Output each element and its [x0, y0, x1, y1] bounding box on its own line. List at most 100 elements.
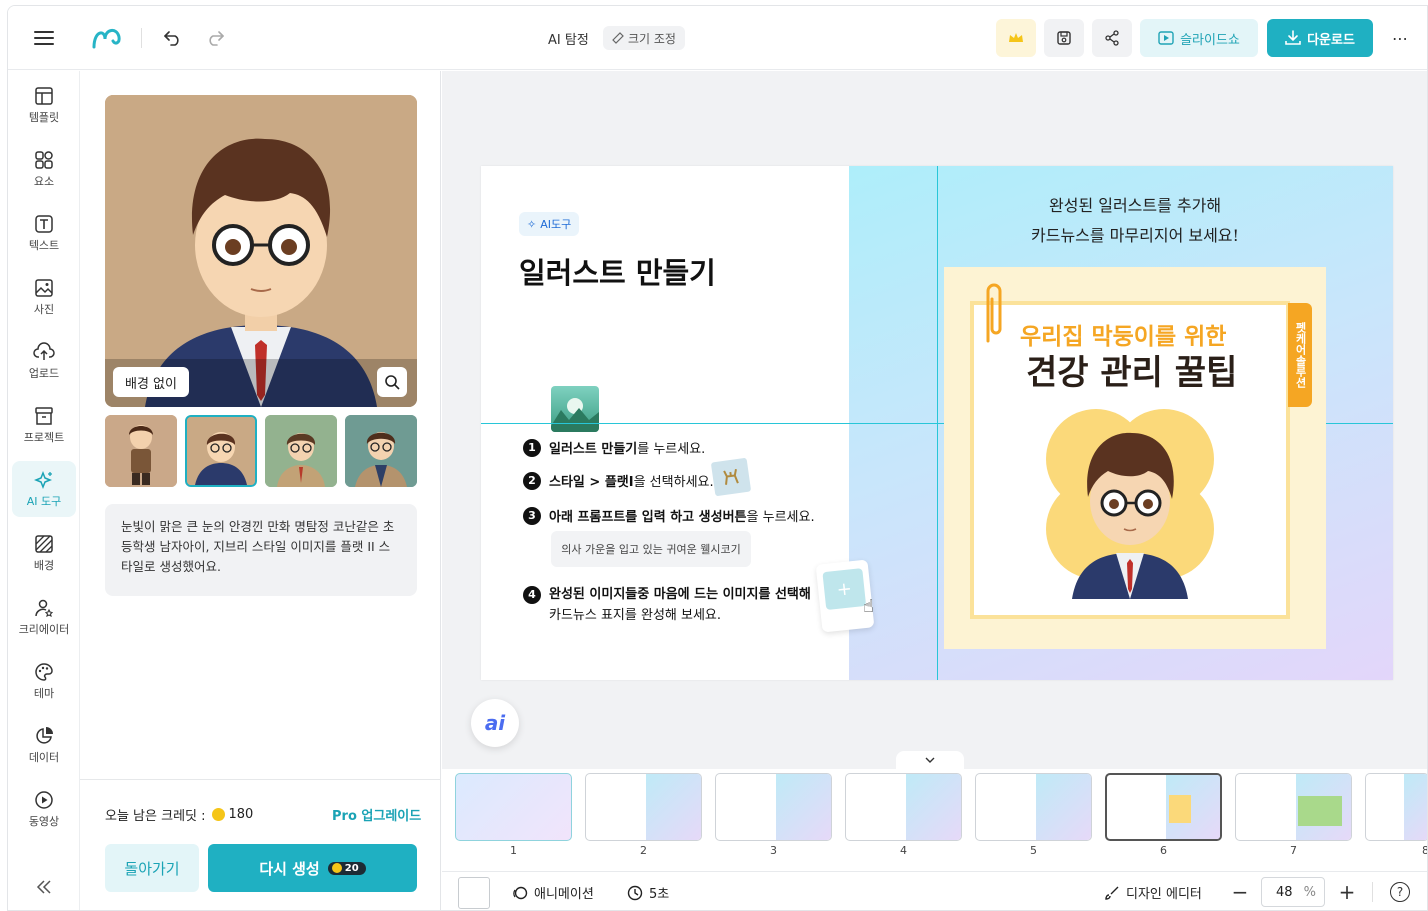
help-icon[interactable]: ? — [1390, 882, 1410, 902]
ai-tool-tag: ✧ AI도구 — [519, 212, 580, 236]
animation-button[interactable]: 애니메이션 — [512, 883, 594, 902]
crown-icon — [1009, 33, 1023, 42]
search-icon — [385, 375, 400, 390]
no-background-button[interactable]: 배경 없이 — [113, 367, 189, 397]
page-number: 4 — [900, 844, 907, 857]
sidebar-item-background[interactable]: 배경 — [12, 525, 76, 581]
paperclip-icon — [980, 281, 1006, 347]
sidebar-item-video[interactable]: 동영상 — [12, 781, 76, 837]
slide-title[interactable]: 일러스트 만들기 — [519, 250, 716, 292]
premium-crown-button[interactable] — [996, 19, 1036, 57]
template-icon — [35, 86, 53, 105]
sidebar-item-elements[interactable]: 요소 — [12, 141, 76, 197]
save-button[interactable] — [1044, 19, 1084, 57]
generated-preview-image[interactable]: 배경 없이 — [105, 95, 417, 407]
zoom-preview-button[interactable] — [377, 367, 407, 397]
page-thumbnail-6[interactable] — [1105, 773, 1222, 841]
collapse-pages-tab[interactable] — [896, 751, 964, 769]
page-thumbnail-5[interactable] — [975, 773, 1092, 841]
slide-canvas[interactable]: ✧ AI도구 일러스트 만들기 1 일러스트 만들기 를 누르세요. 2 스타일 … — [481, 166, 1393, 680]
sidebar: 템플릿 요소 텍스트 사진 업로드 프로젝트 AI 도구 배경 크리에이터 테마… — [8, 71, 80, 910]
sidebar-item-label: 테마 — [33, 686, 55, 700]
zoom-unit: % — [1303, 884, 1316, 900]
sidebar-item-label: 프로젝트 — [23, 430, 65, 444]
sidebar-item-label: 크리에이터 — [18, 622, 70, 636]
sidebar-item-photos[interactable]: 사진 — [12, 269, 76, 325]
sidebar-item-projects[interactable]: 프로젝트 — [12, 397, 76, 453]
document-title[interactable]: AI 탐정 — [548, 29, 589, 48]
sidebar-item-data[interactable]: 데이터 — [12, 717, 76, 773]
back-button[interactable]: 돌아가기 — [105, 844, 199, 892]
sidebar-item-label: 데이터 — [28, 750, 60, 764]
ruler-icon — [612, 32, 624, 44]
pro-upgrade-link[interactable]: Pro 업그레이드 — [332, 805, 421, 824]
zoom-in-icon[interactable]: + — [1336, 880, 1358, 904]
more-options-icon[interactable]: ⋯ — [1388, 26, 1412, 50]
redo-icon[interactable] — [203, 26, 227, 50]
prompt-example-box: 의사 가운을 입고 있는 귀여운 웰시코기 — [551, 531, 751, 567]
credits-label-text: 오늘 남은 크레딧 : — [105, 809, 206, 824]
page-thumbnail-7[interactable] — [1235, 773, 1352, 841]
step-3: 3 아래 프롬프트를 입력 하고 생성버튼 을 누르세요. — [523, 506, 815, 525]
cost-value: 20 — [344, 862, 359, 874]
sidebar-item-upload[interactable]: 업로드 — [12, 333, 76, 389]
slideshow-button[interactable]: 슬라이드쇼 — [1140, 19, 1258, 57]
resize-button[interactable]: 크기 조정 — [603, 26, 685, 50]
sidebar-item-templates[interactable]: 템플릿 — [12, 77, 76, 133]
share-button[interactable] — [1092, 19, 1132, 57]
top-bar: AI 탐정 크기 조정 슬라이드쇼 다운로드 ⋯ — [8, 6, 1427, 70]
design-editor-button[interactable]: 디자인 에디터 — [1104, 883, 1202, 902]
regenerate-button[interactable]: 다시 생성 20 — [208, 844, 417, 892]
page-thumbnail-3[interactable] — [715, 773, 832, 841]
credits-value: 180 — [228, 807, 254, 822]
animation-label: 애니메이션 — [534, 887, 594, 902]
background-color-swatch[interactable] — [458, 877, 490, 909]
variant-thumbnail-1[interactable] — [105, 415, 177, 487]
zoom-out-icon[interactable]: − — [1229, 880, 1251, 904]
no-background-label: 배경 없이 — [125, 376, 177, 392]
cost-badge: 20 — [327, 861, 366, 875]
zoom-input[interactable]: 48 % — [1261, 877, 1325, 907]
regenerate-label: 다시 생성 — [259, 859, 320, 878]
duration-button[interactable]: 5초 — [627, 883, 669, 902]
sidebar-item-text[interactable]: 텍스트 — [12, 205, 76, 261]
variant-thumbnail-2[interactable] — [185, 415, 257, 487]
step-number: 2 — [523, 471, 541, 490]
archive-box-icon — [35, 406, 53, 425]
download-button[interactable]: 다운로드 — [1267, 19, 1373, 57]
resize-label: 크기 조정 — [628, 31, 676, 46]
sidebar-item-theme[interactable]: 테마 — [12, 653, 76, 709]
collapse-sidebar-icon[interactable] — [32, 875, 56, 899]
brand-logo-icon[interactable] — [90, 24, 124, 52]
step-2: 2 스타일 > 플랫I 을 선택하세요. — [523, 471, 714, 490]
variant-thumbnail-3[interactable] — [265, 415, 337, 487]
variant-thumbnail-4[interactable] — [345, 415, 417, 487]
page-thumbnail-2[interactable] — [585, 773, 702, 841]
zoom-value: 48 — [1276, 884, 1293, 900]
prompt-example-text: 의사 가운을 입고 있는 귀여운 웰시코기 — [561, 543, 741, 556]
card-news-mockup[interactable]: 우리집 막둥이를 위한 견강 관리 꿀팁 펫케어솔루션 — [944, 267, 1326, 649]
step-1: 1 일러스트 만들기 를 누르세요. — [523, 438, 705, 457]
prompt-description-box: 눈빛이 맑은 큰 눈의 안경낀 만화 명탐정 코난같은 초등학생 남자아이, 지… — [105, 504, 417, 596]
sidebar-item-creators[interactable]: 크리에이터 — [12, 589, 76, 645]
step-number: 3 — [523, 506, 541, 525]
page-thumbnail-4[interactable] — [845, 773, 962, 841]
brush-icon — [1105, 886, 1119, 900]
hamburger-menu-icon[interactable] — [32, 26, 56, 50]
page-number: 5 — [1030, 844, 1037, 857]
chevron-down-icon — [925, 757, 935, 763]
guide-line-vertical — [937, 166, 938, 680]
cloud-upload-icon — [33, 341, 55, 360]
sidebar-item-ai-tools[interactable]: AI 도구 — [12, 461, 76, 517]
page-thumbnail-1[interactable] — [455, 773, 572, 841]
download-icon — [1285, 30, 1301, 45]
handwriting-line-2[interactable]: 카드뉴스를 마무리지어 보세요! — [1031, 222, 1239, 246]
step-rest: 을 선택하세요. — [633, 475, 714, 490]
canvas-area: ✧ AI도구 일러스트 만들기 1 일러스트 만들기 를 누르세요. 2 스타일 … — [442, 71, 1427, 910]
undo-icon[interactable] — [161, 26, 185, 50]
ai-assistant-button[interactable]: ai — [471, 699, 519, 747]
step-bold: 스타일 > 플랫I — [549, 475, 634, 490]
handwriting-line-1[interactable]: 완성된 일러스트를 추가해 — [1049, 192, 1221, 216]
page-thumbnail-8[interactable] — [1365, 773, 1427, 841]
page-number: 6 — [1160, 844, 1167, 857]
